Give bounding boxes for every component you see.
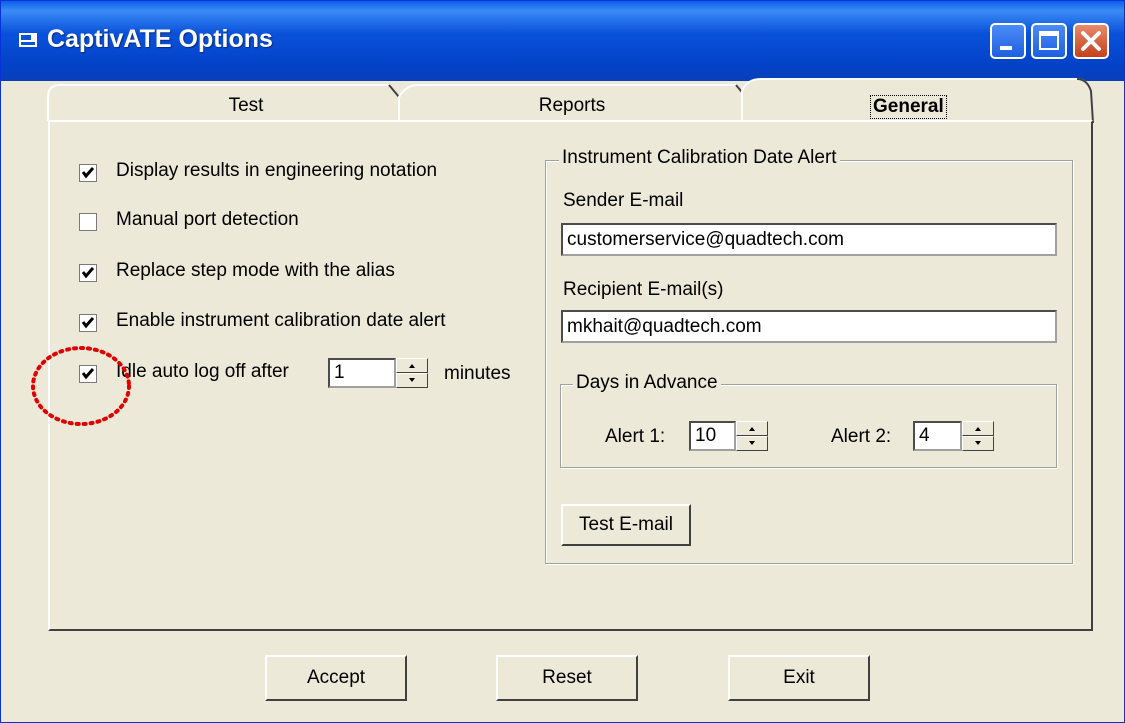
alert2-label: Alert 2: — [831, 426, 892, 447]
alert1-label: Alert 1: — [605, 426, 666, 447]
recipient-email-label: Recipient E-mail(s) — [563, 279, 724, 300]
alert1-spinner[interactable] — [736, 421, 768, 451]
checkbox-label: Idle auto log off after — [116, 361, 289, 382]
annotation-circle — [31, 346, 131, 426]
days-in-advance-title: Days in Advance — [573, 372, 721, 394]
checkmark-icon — [81, 317, 95, 329]
alert1-input[interactable]: 10 — [689, 421, 736, 451]
idle-minutes-spinner[interactable] — [396, 358, 428, 388]
idle-minutes-input[interactable]: 1 — [328, 358, 396, 388]
arrow-down-icon — [975, 441, 981, 445]
accept-button[interactable]: Accept — [265, 655, 407, 701]
test-email-button[interactable]: Test E-mail — [561, 504, 691, 546]
checkbox-label: Display results in engineering notation — [116, 160, 438, 181]
recipient-email-input[interactable]: mkhait@quadtech.com — [561, 310, 1057, 343]
minutes-label: minutes — [444, 363, 511, 384]
spin-up-button[interactable] — [396, 358, 428, 373]
checkmark-icon — [81, 167, 95, 179]
tab-reports[interactable]: Reports — [527, 95, 617, 117]
checkbox[interactable] — [79, 213, 97, 231]
checkbox[interactable] — [79, 264, 97, 282]
alert2-input[interactable]: 4 — [913, 421, 962, 451]
tab-general[interactable]: General — [870, 95, 947, 119]
alert2-spinner[interactable] — [962, 421, 994, 451]
reset-button[interactable]: Reset — [496, 655, 638, 701]
checkbox-label: Enable instrument calibration date alert — [116, 310, 446, 331]
options-window: CaptivATE Options Test Reports General D… — [0, 0, 1125, 723]
checkbox[interactable] — [79, 314, 97, 332]
spin-down-button[interactable] — [962, 436, 994, 451]
checkmark-icon — [81, 267, 95, 279]
arrow-down-icon — [749, 441, 755, 445]
spin-up-button[interactable] — [736, 421, 768, 436]
spin-down-button[interactable] — [736, 436, 768, 451]
checkbox[interactable] — [79, 164, 97, 182]
arrow-up-icon — [975, 427, 981, 431]
checkbox-label: Replace step mode with the alias — [116, 260, 395, 281]
spin-up-button[interactable] — [962, 421, 994, 436]
arrow-down-icon — [409, 378, 415, 382]
checkbox-label: Manual port detection — [116, 209, 299, 230]
arrow-up-icon — [749, 427, 755, 431]
tab-test[interactable]: Test — [201, 95, 291, 117]
calibration-alert-group-title: Instrument Calibration Date Alert — [559, 147, 840, 169]
sender-email-label: Sender E-mail — [563, 190, 684, 211]
sender-email-input[interactable]: customerservice@quadtech.com — [561, 223, 1057, 256]
exit-button[interactable]: Exit — [728, 655, 870, 701]
arrow-up-icon — [409, 364, 415, 368]
spin-down-button[interactable] — [396, 373, 428, 388]
